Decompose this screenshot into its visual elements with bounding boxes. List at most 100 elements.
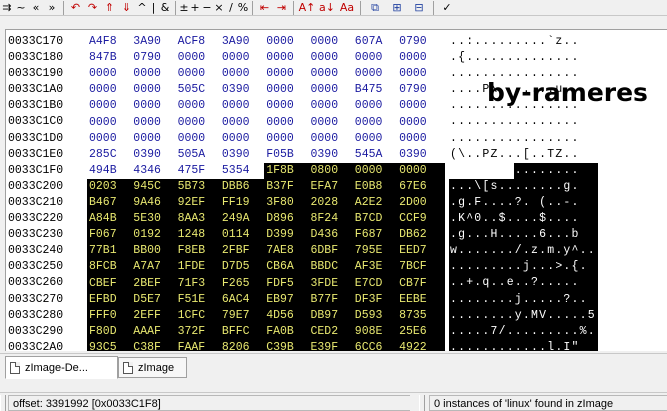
hex-cell[interactable]: 8FCB <box>89 259 133 275</box>
hex-cell[interactable]: 0000 <box>222 131 266 147</box>
max-icon[interactable]: ⇥ <box>273 0 290 15</box>
multiply-icon[interactable]: × <box>213 0 225 15</box>
hex-cell[interactable]: 0203 <box>89 179 133 195</box>
hex-cell[interactable]: B37F <box>266 179 310 195</box>
paste-block-icon[interactable]: ⊞ <box>386 0 408 15</box>
shift-up-icon[interactable]: ⇑ <box>101 0 118 15</box>
hex-cell[interactable]: 0000 <box>89 66 133 82</box>
copy-block-icon[interactable]: ⧉ <box>364 0 386 15</box>
row-ascii[interactable]: ...\[s........g. <box>450 179 598 195</box>
hex-cell[interactable]: 0000 <box>178 98 222 114</box>
row-ascii[interactable]: ....P\.......u.. <box>450 82 598 98</box>
plus-icon[interactable]: + <box>189 0 201 15</box>
hex-cell[interactable]: BB00 <box>133 243 177 259</box>
min-icon[interactable]: ⇤ <box>256 0 273 15</box>
row-ascii[interactable]: ..:.........`z.. <box>450 34 598 50</box>
hex-cell[interactable]: F265 <box>222 276 266 292</box>
hex-cell[interactable]: 0000 <box>133 82 177 98</box>
hex-cell[interactable]: 0000 <box>89 82 133 98</box>
row-ascii[interactable]: .g...H.....6...b <box>450 227 598 243</box>
hex-cell[interactable]: 8AA3 <box>178 211 222 227</box>
hex-cell[interactable]: DB97 <box>311 308 355 324</box>
hex-cell[interactable]: D436 <box>311 227 355 243</box>
rotate-right-icon[interactable]: ↷ <box>84 0 101 15</box>
goto-forward-icon[interactable]: ⇉ <box>0 0 14 15</box>
hex-cell[interactable]: 0000 <box>355 50 399 66</box>
hex-cell[interactable]: 6CC6 <box>355 340 399 351</box>
hex-cell[interactable]: 945C <box>133 179 177 195</box>
hex-cell[interactable]: D7D5 <box>222 259 266 275</box>
hex-cell[interactable]: 4346 <box>133 163 177 179</box>
hex-cell[interactable]: 0000 <box>266 82 310 98</box>
hex-cell[interactable]: EB97 <box>266 292 310 308</box>
hex-cell[interactable]: 0000 <box>355 163 399 179</box>
hex-cell[interactable]: 0000 <box>266 34 310 50</box>
shift-right-icon[interactable]: » <box>44 0 60 15</box>
hex-cell[interactable]: A7A7 <box>133 259 177 275</box>
hex-cell[interactable]: 3A90 <box>222 34 266 50</box>
hex-cell[interactable]: 0000 <box>266 131 310 147</box>
row-ascii[interactable]: w......./.z.m.y^.. <box>450 243 598 259</box>
hex-cell[interactable]: 9A46 <box>133 195 177 211</box>
sign-icon[interactable]: ± <box>179 0 189 15</box>
hex-cell[interactable]: 0000 <box>399 163 443 179</box>
hex-cell[interactable]: FA0B <box>266 324 310 340</box>
hex-cell[interactable]: 0790 <box>399 34 443 50</box>
hex-cell[interactable]: E39F <box>311 340 355 351</box>
hex-cell[interactable]: 0000 <box>222 50 266 66</box>
hex-cell[interactable]: 2BEF <box>133 276 177 292</box>
hex-cell[interactable]: 0000 <box>399 50 443 66</box>
hex-cell[interactable]: 6DBF <box>311 243 355 259</box>
row-ascii[interactable]: .....7/.........%. <box>450 324 598 340</box>
hex-cell[interactable]: DB62 <box>399 227 443 243</box>
rotate-left-icon[interactable]: ↶ <box>67 0 84 15</box>
pipe-icon[interactable]: | <box>149 0 158 15</box>
hex-cell[interactable]: 0000 <box>311 115 355 131</box>
hex-cell[interactable]: 0000 <box>266 50 310 66</box>
hex-cell[interactable]: 0000 <box>133 98 177 114</box>
hex-cell[interactable]: CB7F <box>399 276 443 292</box>
row-ascii[interactable]: (\..PZ...[..TZ.. <box>450 147 598 163</box>
uppercase-icon[interactable]: A↑ <box>297 0 317 15</box>
hex-cell[interactable]: 0000 <box>355 115 399 131</box>
hex-cell[interactable]: FAAF <box>178 340 222 351</box>
row-ascii[interactable]: ........y.MV.....5 <box>450 308 598 324</box>
hex-cell[interactable]: 0000 <box>311 50 355 66</box>
hex-cell[interactable]: B77F <box>311 292 355 308</box>
hex-cell[interactable]: 4D56 <box>266 308 310 324</box>
hex-cell[interactable]: 0000 <box>222 66 266 82</box>
hex-cell[interactable]: 71F3 <box>178 276 222 292</box>
hex-cell[interactable]: 1248 <box>178 227 222 243</box>
hex-cell[interactable]: B7CD <box>355 211 399 227</box>
compare-icon[interactable]: ⊟ <box>408 0 430 15</box>
row-ascii[interactable]: ................ <box>450 131 598 147</box>
hex-cell[interactable]: 0000 <box>311 82 355 98</box>
hex-cell[interactable]: 5E30 <box>133 211 177 227</box>
hex-cell[interactable]: 79E7 <box>222 308 266 324</box>
tilde-icon[interactable]: ~ <box>14 0 28 15</box>
tab-zimage-de[interactable]: zImage-De... <box>5 356 118 379</box>
hex-cell[interactable]: 4922 <box>399 340 443 351</box>
hex-cell[interactable]: 5354 <box>222 163 266 179</box>
hex-editor[interactable]: 0033C170 0033C180 0033C190 0033C1A0 0033C1B0… <box>5 29 667 351</box>
caret-icon[interactable]: ^ <box>135 0 149 15</box>
hex-cell[interactable]: 2FBF <box>222 243 266 259</box>
hex-cell[interactable]: 0000 <box>89 115 133 131</box>
hex-cell[interactable]: 25E6 <box>399 324 443 340</box>
row-ascii[interactable]: ................ <box>450 66 598 82</box>
hex-cell[interactable]: A84B <box>89 211 133 227</box>
hex-cell[interactable]: 847B <box>89 50 133 66</box>
hex-cell[interactable]: 0000 <box>355 98 399 114</box>
minus-icon[interactable]: − <box>201 0 213 15</box>
hex-cell[interactable]: F05B <box>266 147 310 163</box>
hex-cell[interactable]: 545A <box>355 147 399 163</box>
hex-cell[interactable]: 0000 <box>355 66 399 82</box>
hex-cell[interactable]: 0000 <box>311 34 355 50</box>
hex-cell[interactable]: 93C5 <box>89 340 133 351</box>
hex-cell[interactable]: 249A <box>222 211 266 227</box>
hex-cell[interactable]: FDF5 <box>266 276 310 292</box>
hex-cell[interactable]: C38F <box>133 340 177 351</box>
hex-cell[interactable]: D593 <box>355 308 399 324</box>
hex-cell[interactable]: 795E <box>355 243 399 259</box>
hex-cell[interactable]: 0000 <box>355 131 399 147</box>
